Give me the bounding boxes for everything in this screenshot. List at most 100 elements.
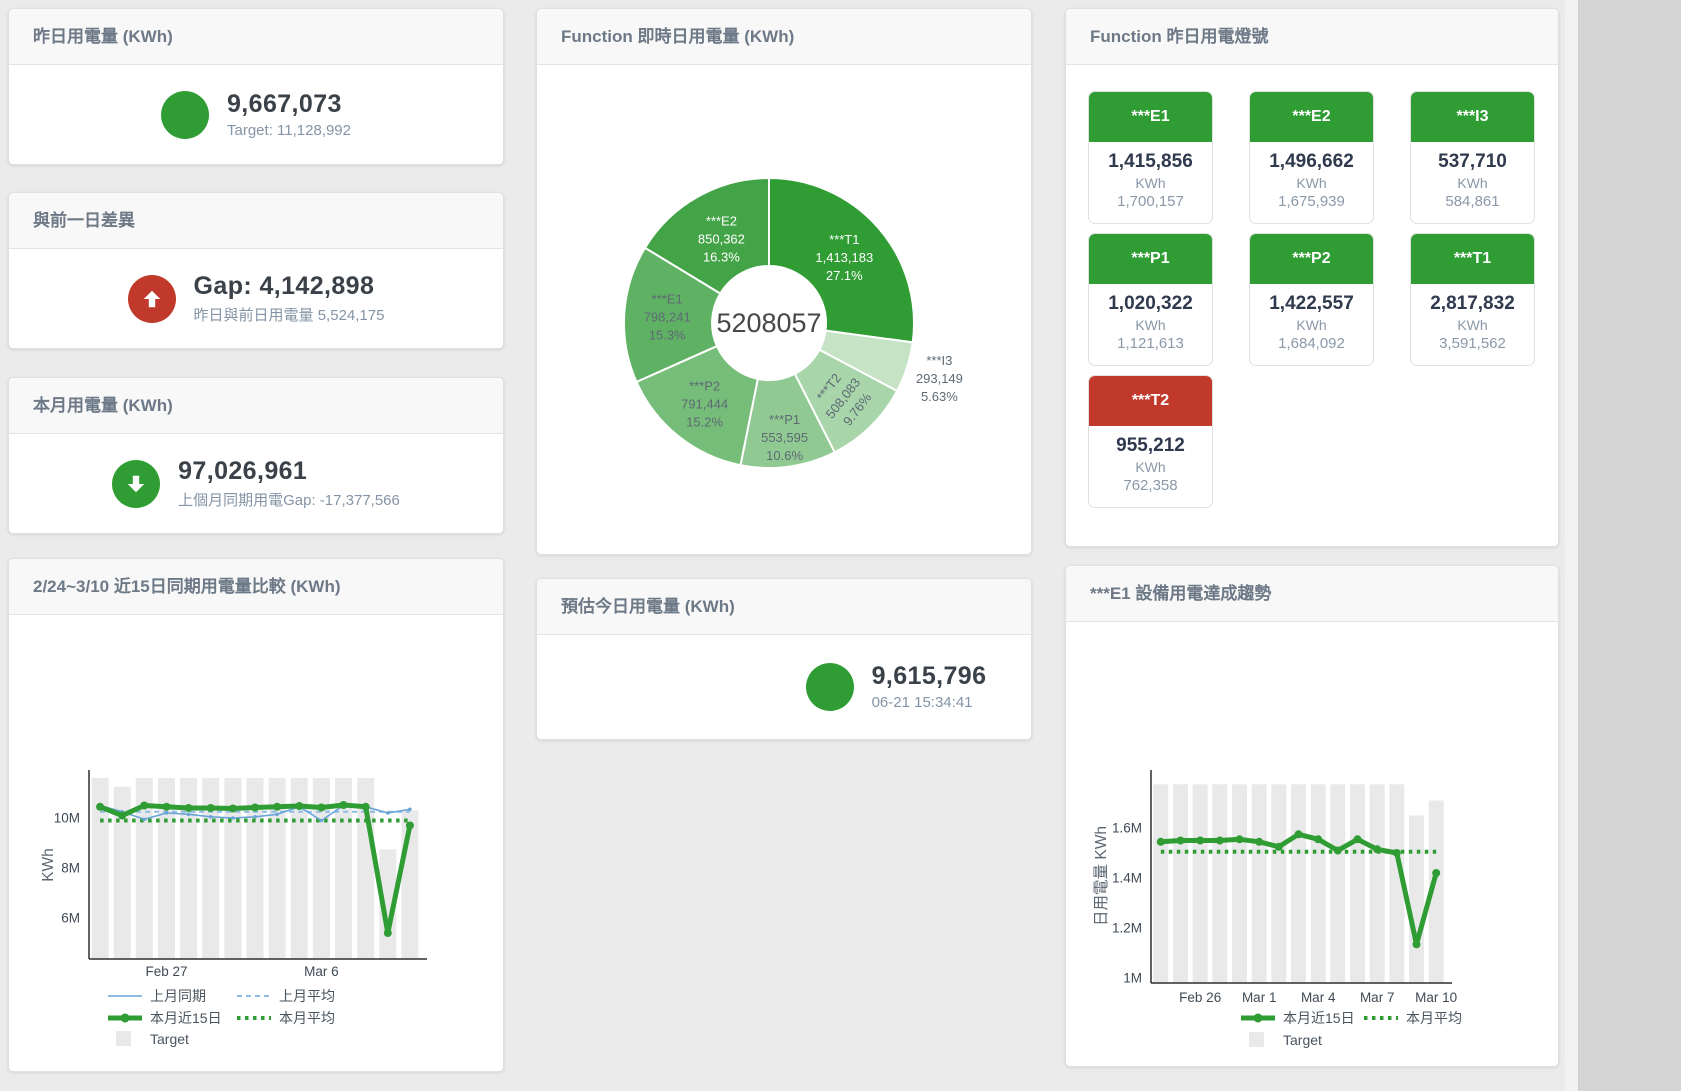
legend-item-this_month_avg[interactable]: 本月平均 (237, 1010, 335, 1026)
legend-item-this_month[interactable]: 本月近15日 (108, 1010, 222, 1026)
legend-item-last_month_avg[interactable]: 上月平均 (237, 988, 335, 1004)
target-bar (1232, 784, 1247, 983)
target-bar (1311, 784, 1326, 983)
energy-dashboard: 昨日用電量 (KWh) 9,667,073 Target: 11,128,992… (0, 0, 1681, 1091)
light-tile-unit: KWh (1089, 459, 1212, 475)
target-bar (1193, 784, 1208, 983)
light-tile-unit: KWh (1411, 175, 1534, 191)
month-usage-value: 97,026,961 (178, 457, 400, 486)
scrollbar-track[interactable] (1565, 0, 1579, 1091)
series-point-this_month (340, 801, 348, 809)
target-bar (1173, 784, 1188, 983)
estimate-value: 9,615,796 (872, 662, 987, 691)
series-point-this_month (1373, 845, 1381, 853)
legend-label: 本月平均 (1406, 1010, 1462, 1026)
series-point-this_month (362, 803, 370, 811)
y-tick-label: 1.2M (1112, 921, 1142, 936)
series-point-this_month (185, 804, 193, 812)
light-tile-unit: KWh (1089, 175, 1212, 191)
card-compare-chart: 2/24~3/10 近15日同期用電量比較 (KWh) 6M8M10MFeb 2… (8, 558, 504, 1072)
function-donut-chart[interactable]: ***T11,413,18327.1%***I3293,1495.63%***T… (537, 65, 1029, 553)
series-point-this_month (96, 803, 104, 811)
page-right-gutter (1565, 0, 1681, 1091)
compare-chart-title: 2/24~3/10 近15日同期用電量比較 (KWh) (9, 559, 503, 615)
series-point-last_month (275, 813, 279, 817)
compare-chart[interactable]: 6M8M10MFeb 27Mar 6KWh上月同期上月平均本月近15日本月平均T… (9, 615, 501, 1070)
light-tile-name: ***E1 (1089, 92, 1212, 142)
light-tile-target: 1,121,613 (1089, 335, 1212, 352)
series-point-this_month (229, 805, 237, 813)
light-tile-p2: ***P21,422,557KWh1,684,092 (1249, 233, 1374, 366)
card-e1-trend: ***E1 設備用電達成趨勢 1M1.2M1.4M1.6MFeb 26Mar 1… (1065, 565, 1559, 1067)
light-tile-unit: KWh (1250, 175, 1373, 191)
arrow-down-icon (112, 460, 160, 508)
light-tile-t1: ***T12,817,832KWh3,591,562 (1410, 233, 1535, 366)
light-tile-target: 584,861 (1411, 193, 1534, 210)
card-day-gap: 與前一日差異 Gap: 4,142,898 昨日與前日用電量 5,524,175 (8, 192, 504, 349)
legend-item-target[interactable]: Target (116, 1031, 189, 1047)
light-tile-unit: KWh (1089, 317, 1212, 333)
light-tile-value: 537,710 (1411, 151, 1534, 173)
series-point-this_month (1177, 837, 1185, 845)
trend-title: ***E1 設備用電達成趨勢 (1066, 566, 1558, 622)
e1-trend-chart[interactable]: 1M1.2M1.4M1.6MFeb 26Mar 1Mar 4Mar 7Mar 1… (1066, 622, 1556, 1065)
legend-label: 本月近15日 (150, 1010, 222, 1026)
series-point-this_month (1314, 835, 1322, 843)
card-usage-lights: Function 昨日用電燈號 ***E11,415,856KWh1,700,1… (1065, 8, 1559, 547)
legend-item-this_month_avg[interactable]: 本月平均 (1364, 1010, 1462, 1026)
series-point-last_month (253, 815, 257, 819)
y-tick-label: 8M (61, 861, 80, 876)
series-point-this_month (1196, 837, 1204, 845)
x-tick-label: Feb 26 (1179, 990, 1221, 1005)
card-function-donut: Function 即時日用電量 (KWh) ***T11,413,18327.1… (536, 8, 1032, 555)
series-point-last_month (165, 811, 169, 815)
legend-label: 上月平均 (279, 988, 335, 1004)
legend-label: Target (150, 1031, 189, 1047)
x-tick-label: Mar 6 (304, 964, 339, 979)
series-point-this_month (1334, 847, 1342, 855)
light-tile-target: 762,358 (1089, 477, 1212, 494)
arrow-up-icon (128, 275, 176, 323)
legend-item-target[interactable]: Target (1249, 1032, 1322, 1048)
light-tile-value: 1,496,662 (1250, 151, 1373, 173)
estimate-title: 預估今日用電量 (KWh) (537, 579, 1031, 635)
series-point-last_month (143, 818, 147, 822)
card-estimate-today: 預估今日用電量 (KWh) 9,615,796 06-21 15:34:41 (536, 578, 1032, 740)
series-point-this_month (1216, 837, 1224, 845)
legend-label: 本月平均 (279, 1010, 335, 1026)
card-month-usage: 本月用電量 (KWh) 97,026,961 上個月同期用電Gap: -17,3… (8, 377, 504, 534)
light-tile-value: 1,020,322 (1089, 293, 1212, 315)
light-tile-name: ***E2 (1250, 92, 1373, 142)
legend-item-this_month[interactable]: 本月近15日 (1241, 1010, 1355, 1026)
series-point-this_month (406, 822, 414, 830)
light-tile-target: 1,700,157 (1089, 193, 1212, 210)
series-point-this_month (207, 804, 215, 812)
card-yesterday-title: 昨日用電量 (KWh) (9, 9, 503, 65)
target-bar (1330, 784, 1345, 983)
target-bar (1409, 816, 1424, 984)
light-tile-name: ***T2 (1089, 376, 1212, 426)
x-tick-label: Mar 1 (1242, 990, 1277, 1005)
target-bar (1291, 784, 1306, 983)
light-tile-unit: KWh (1411, 317, 1534, 333)
x-tick-label: Mar 4 (1301, 990, 1336, 1005)
target-bar (1350, 784, 1365, 983)
legend-label: 本月近15日 (1283, 1010, 1355, 1026)
series-point-this_month (384, 929, 392, 937)
light-tile-target: 1,684,092 (1250, 335, 1373, 352)
light-tile-value: 955,212 (1089, 435, 1212, 457)
light-tile-e2: ***E21,496,662KWh1,675,939 (1249, 91, 1374, 224)
legend-item-last_month[interactable]: 上月同期 (108, 988, 206, 1004)
y-tick-label: 10M (54, 811, 80, 826)
y-tick-label: 6M (61, 911, 80, 926)
series-point-this_month (140, 802, 148, 810)
series-point-last_month (408, 808, 412, 812)
day-gap-value: Gap: 4,142,898 (194, 272, 385, 301)
y-tick-label: 1.6M (1112, 821, 1142, 836)
lights-title: Function 昨日用電燈號 (1066, 9, 1558, 65)
target-bar (1153, 784, 1168, 983)
month-usage-gap: 上個月同期用電Gap: -17,377,566 (178, 489, 400, 510)
light-tile-target: 3,591,562 (1411, 335, 1534, 352)
series-point-this_month (317, 804, 325, 812)
light-tile-unit: KWh (1250, 317, 1373, 333)
